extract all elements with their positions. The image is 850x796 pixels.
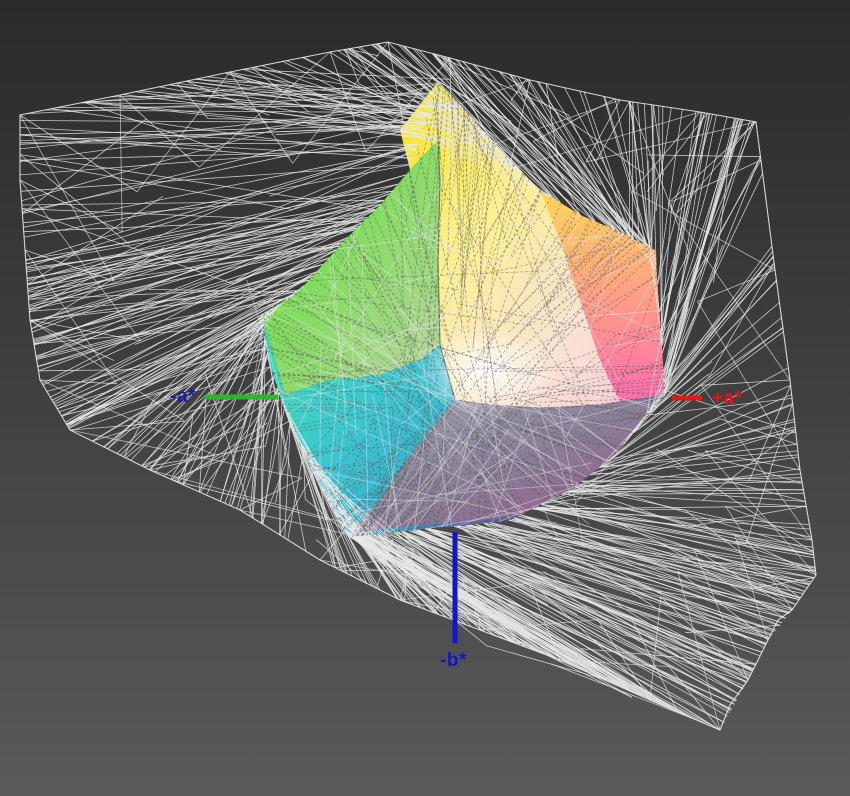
axis-label-neg-a: -a* [170,386,196,407]
wireframe-edge [661,118,739,354]
wireframe-edge [19,134,290,158]
wireframe-edge [19,142,419,145]
wireframe-edge [19,114,138,193]
wireframe-edge [66,357,268,425]
wireframe-edge [103,308,272,448]
wireframe-edge [20,164,412,192]
axis-label-neg-b: -b* [440,650,467,671]
wireframe-edge [26,226,359,269]
wireframe-edge [19,124,425,145]
wireframe-edge [661,106,664,345]
wireframe-edge [19,124,425,136]
wireframe-edge [23,147,417,228]
wireframe-edge [498,71,645,174]
axis-label-pos-a: +a* [712,388,743,409]
wireframe-edge [697,301,801,471]
gamut-viewport[interactable]: -a* +a* -b* [0,0,850,796]
wireframe-edge [650,119,743,413]
wireframe-edge [319,524,351,561]
wireframe-edge [532,508,810,525]
